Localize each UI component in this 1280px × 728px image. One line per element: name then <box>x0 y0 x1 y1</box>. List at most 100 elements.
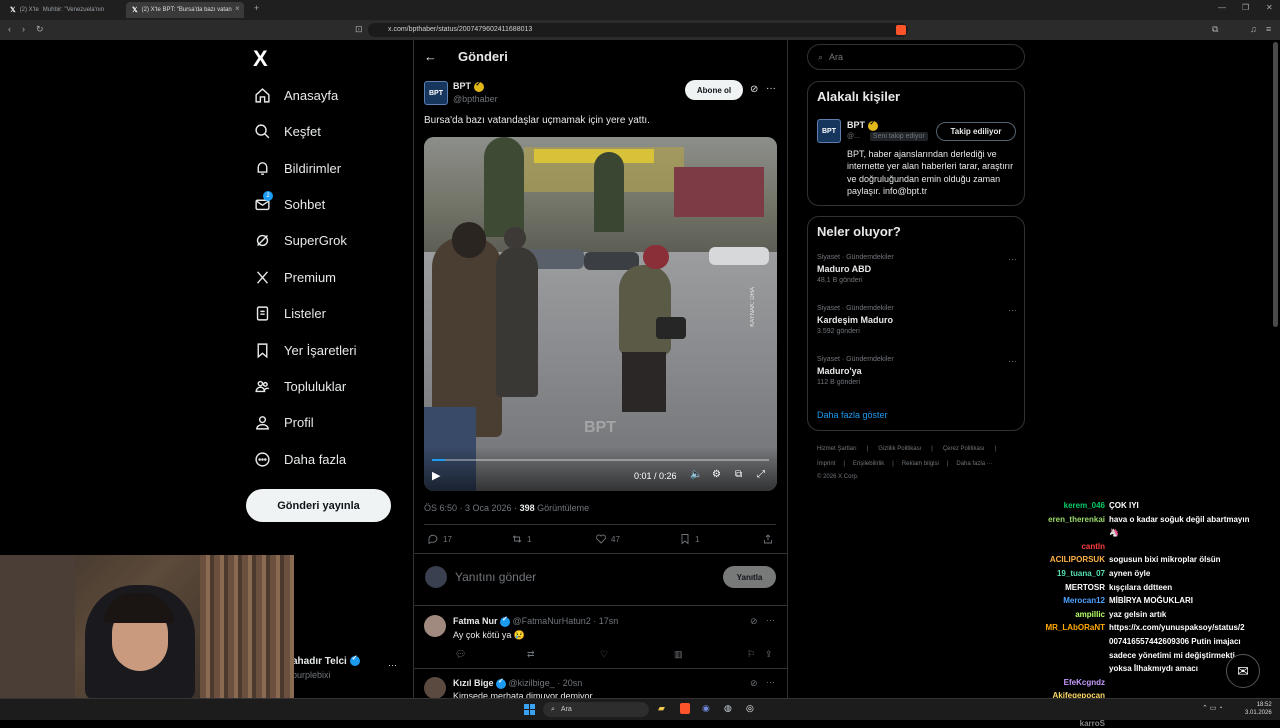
reply-action[interactable]: 17 <box>427 533 452 545</box>
author-avatar[interactable]: BPT <box>424 81 448 105</box>
brave-shield-icon[interactable] <box>896 25 906 35</box>
list-icon <box>252 303 272 323</box>
nav-chat[interactable]: 2 Sohbet <box>252 190 325 218</box>
reply-button[interactable]: Yanıtla <box>723 566 776 588</box>
share-action[interactable] <box>762 533 774 545</box>
chat-text: https://x.com/yunuspaksoy/status/2 <box>1109 623 1245 633</box>
show-more-link[interactable]: Daha fazla göster <box>817 410 888 420</box>
minimize-icon[interactable]: — <box>1218 3 1226 12</box>
nav-notifications[interactable]: Bildirimler <box>252 154 341 182</box>
browser-tab-active[interactable]: 𝕏 (2) X'te BPT: "Bursa'da bazı vatan <box>126 2 244 18</box>
close-window-icon[interactable]: ✕ <box>1266 3 1273 12</box>
chat-username[interactable]: MERTOSR <box>1030 583 1105 592</box>
file-explorer-icon[interactable]: ▰ <box>658 703 665 714</box>
reply-input[interactable]: Yanıtını gönder <box>455 570 536 584</box>
grok-icon[interactable]: ⊘ <box>750 616 758 627</box>
subscribe-button[interactable]: Abone ol <box>685 80 743 100</box>
nav-profile[interactable]: Profil <box>252 408 314 436</box>
chat-text: ÇOK IYI <box>1109 501 1139 510</box>
related-avatar[interactable]: BPT <box>817 119 841 143</box>
trend-more-icon[interactable]: ··· <box>1008 305 1017 315</box>
reply-more-icon[interactable]: ··· <box>766 677 775 687</box>
nav-explore[interactable]: Keşfet <box>252 117 321 145</box>
x-logo[interactable]: X <box>253 46 268 72</box>
steam-icon[interactable]: ◍ <box>724 703 732 714</box>
close-tab-icon[interactable]: × <box>235 4 240 13</box>
menu-icon[interactable]: ≡ <box>1266 24 1271 34</box>
brave-icon[interactable] <box>680 703 690 714</box>
maximize-icon[interactable]: ❐ <box>1242 3 1249 12</box>
trend-more-icon[interactable]: ··· <box>1008 356 1017 366</box>
forward-icon[interactable]: › <box>22 24 25 34</box>
discord-icon[interactable]: ◉ <box>702 703 710 714</box>
chat-username[interactable]: 19_tuana_07 <box>1030 569 1105 578</box>
page-scrollbar[interactable] <box>1273 42 1278 327</box>
windows-start-icon[interactable] <box>524 704 535 715</box>
nav-lists[interactable]: Listeler <box>252 299 326 327</box>
nav-communities[interactable]: Topluluklar <box>252 372 346 400</box>
post-more-icon[interactable]: ··· <box>766 83 776 94</box>
bookmark-action[interactable]: 1 <box>679 533 699 545</box>
nav-premium[interactable]: Premium <box>252 263 336 291</box>
grok-icon[interactable]: ⊘ <box>750 84 758 95</box>
chat-username[interactable]: eren_therenkai <box>1030 515 1105 524</box>
obs-icon[interactable]: ◎ <box>746 703 754 714</box>
settings-gear-icon[interactable]: ⚙ <box>712 469 721 480</box>
nav-bookmarks[interactable]: Yer İşaretleri <box>252 336 357 364</box>
nav-home[interactable]: Anasayfa <box>252 81 338 109</box>
like-action[interactable]: 47 <box>595 533 620 545</box>
account-more-icon[interactable]: ··· <box>388 660 397 670</box>
reload-icon[interactable]: ↻ <box>36 24 44 35</box>
play-icon[interactable]: ▶ <box>432 469 440 482</box>
search-input[interactable]: ⌕ Ara <box>807 44 1025 70</box>
reply-avatar[interactable] <box>424 677 446 699</box>
new-tab-icon[interactable]: + <box>254 3 259 13</box>
bookmark-icon[interactable]: ⚐ <box>747 649 755 660</box>
back-arrow-icon[interactable]: ← <box>424 49 437 64</box>
trend-item[interactable]: Siyaset · Gündemdekiler Maduro'ya 112 B … <box>817 356 1017 386</box>
pip-icon[interactable]: ⧉ <box>735 469 742 480</box>
heart-icon[interactable]: ♡ <box>600 649 608 660</box>
extensions-icon[interactable]: ⧉ <box>1212 24 1218 35</box>
video-progress-track[interactable] <box>432 459 769 461</box>
views-icon[interactable]: ▥ <box>674 649 683 660</box>
nav-more[interactable]: Daha fazla <box>252 445 346 473</box>
trend-more-icon[interactable]: ··· <box>1008 254 1017 264</box>
reply-icon[interactable]: 💬︎ <box>455 649 466 660</box>
chat-username[interactable]: ACILIPORSUK <box>1030 555 1105 564</box>
video-player[interactable]: KAYNAK: DHA BPT ▶ 0:01 / 0:26 🔈 ⚙ ⧉ ⤢ <box>424 137 777 491</box>
chat-username[interactable]: cantln <box>1030 542 1105 551</box>
browser-tab[interactable]: 𝕏 (2) X'te Muhbir: "Venezuela'nın <box>4 2 124 18</box>
account-name[interactable]: ahadır Telci <box>292 654 360 667</box>
repost-icon[interactable]: ⇄ <box>527 649 535 660</box>
reply-avatar[interactable] <box>424 615 446 637</box>
taskbar-search[interactable]: ⌕ Ara <box>543 702 649 717</box>
bookmark-page-icon[interactable]: ⊡ <box>355 24 363 35</box>
author-handle[interactable]: @bpthaber <box>453 94 498 104</box>
address-bar[interactable]: x.com/bpthaber/status/200747960241168801… <box>368 23 908 37</box>
messages-fab[interactable]: ✉ <box>1226 654 1260 688</box>
chat-username[interactable]: MR_LAbORaNT <box>1030 623 1105 632</box>
following-button[interactable]: Takip ediliyor <box>936 122 1016 141</box>
author-name[interactable]: BPT <box>453 80 484 92</box>
chat-username[interactable]: ampillic <box>1030 610 1105 619</box>
repost-action[interactable]: 1 <box>511 533 531 545</box>
chat-username[interactable]: Merocan12 <box>1030 596 1105 605</box>
trend-item[interactable]: Siyaset · Gündemdekiler Maduro ABD 48,1 … <box>817 254 1017 284</box>
media-icon[interactable]: ♫ <box>1250 24 1257 34</box>
volume-icon[interactable]: 🔈 <box>690 469 702 480</box>
chat-username[interactable]: EfeKcgndz <box>1030 678 1105 687</box>
nav-supergrok[interactable]: SuperGrok <box>252 226 347 254</box>
search-icon: ⌕ <box>551 705 555 713</box>
post-button[interactable]: Gönderi yayınla <box>246 489 391 522</box>
trend-item[interactable]: Siyaset · Gündemdekiler Kardeşim Maduro … <box>817 305 1017 335</box>
reply-more-icon[interactable]: ··· <box>766 615 775 625</box>
chat-username[interactable]: kerem_046 <box>1030 501 1105 510</box>
related-name[interactable]: BPT <box>847 119 878 131</box>
system-tray-icon[interactable]: ⌃ ▭ ◔ <box>1202 704 1223 712</box>
clock[interactable]: 18:52 3.01.2026 <box>1245 701 1272 717</box>
grok-icon[interactable]: ⊘ <box>750 678 758 689</box>
back-icon[interactable]: ‹ <box>8 24 11 34</box>
share-icon[interactable]: ⇪ <box>765 649 773 660</box>
fullscreen-icon[interactable]: ⤢ <box>757 469 765 480</box>
